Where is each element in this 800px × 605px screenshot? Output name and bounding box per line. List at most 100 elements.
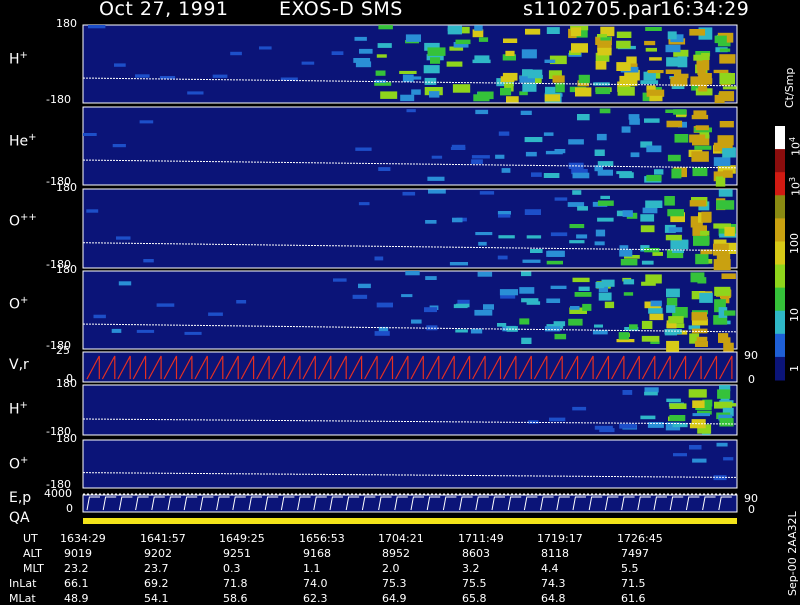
heat-cell <box>380 91 398 99</box>
ephemeris-cell: 2.0 <box>382 562 400 575</box>
colorbar-tick: 1 <box>788 365 800 372</box>
ephemeris-cell: 1.1 <box>303 562 321 575</box>
heat-cell <box>577 114 590 121</box>
heat-cell <box>576 234 588 239</box>
heat-cell <box>713 157 731 167</box>
heat-cell <box>574 292 592 297</box>
colorbar-segment <box>775 126 785 150</box>
heat-cell <box>727 403 737 407</box>
axis-tick-top: 180 <box>56 432 77 445</box>
heat-cell <box>641 281 656 286</box>
ephemeris-cell: 74.3 <box>541 577 566 590</box>
heat-cell <box>405 271 420 276</box>
heat-cell <box>522 83 537 92</box>
heat-cell <box>187 91 204 95</box>
heat-cell <box>552 75 565 83</box>
heat-cell <box>594 149 605 156</box>
heat-cell <box>519 287 535 294</box>
heat-cell <box>719 91 735 102</box>
heat-cell <box>473 94 490 102</box>
heat-cell <box>572 406 587 411</box>
heat-cell <box>673 109 687 115</box>
heat-cell <box>501 168 511 173</box>
heat-cell <box>208 312 223 316</box>
heat-cell <box>616 31 632 38</box>
heat-cell <box>629 118 640 125</box>
heat-cell <box>644 40 656 46</box>
heat-cell <box>500 87 512 96</box>
heat-cell <box>578 74 590 84</box>
heat-cell <box>716 200 735 210</box>
ephemeris-row-label: MLat <box>9 592 36 605</box>
heat-cell <box>521 271 532 277</box>
right-axis-tick: 90 <box>744 349 758 362</box>
heat-cell <box>524 137 543 143</box>
panel-background <box>83 385 737 435</box>
heat-cell <box>477 271 493 277</box>
heat-cell <box>688 389 707 398</box>
heat-cell <box>701 53 710 60</box>
heat-cell <box>572 172 590 179</box>
ephemeris-cell: 1719:17 <box>537 532 583 545</box>
heat-cell <box>522 259 541 263</box>
heat-cell <box>455 39 471 45</box>
heat-cell <box>553 321 566 327</box>
heat-cell <box>640 415 656 420</box>
heat-cell <box>689 29 706 36</box>
heat-cell <box>664 196 675 206</box>
ephemeris-cell: 75.3 <box>382 577 407 590</box>
heat-cell <box>475 232 493 236</box>
heat-cell <box>595 61 607 70</box>
heat-cell <box>597 47 612 56</box>
ephemeris-cell: 71.8 <box>223 577 248 590</box>
colorbar-segment <box>775 356 785 381</box>
heat-cell <box>640 80 659 84</box>
heat-cell <box>331 51 344 55</box>
heat-cell <box>424 77 437 85</box>
heat-cell <box>478 241 487 246</box>
heat-cell <box>598 292 612 301</box>
panel-label: O++ <box>9 212 37 230</box>
heat-cell <box>616 171 632 175</box>
heat-cell <box>668 316 684 324</box>
heat-cell <box>723 342 734 352</box>
heat-cell <box>500 76 515 83</box>
ephemeris-cell: 65.8 <box>462 592 487 605</box>
heat-cell <box>554 333 567 340</box>
heat-cell <box>472 59 491 64</box>
heat-cell <box>405 34 421 42</box>
heat-cell <box>136 329 155 333</box>
ephemeris-cell: 71.5 <box>621 577 646 590</box>
heat-cell <box>378 25 393 30</box>
heat-cell <box>594 241 605 246</box>
panel-background <box>83 440 737 488</box>
heat-cell <box>668 227 683 233</box>
heat-cell <box>641 260 654 265</box>
heat-cell <box>114 63 126 67</box>
heat-cell <box>724 310 736 316</box>
colorbar-segment <box>775 195 785 219</box>
heat-cell <box>677 56 688 68</box>
heat-cell <box>411 89 421 95</box>
heat-cell <box>714 35 727 44</box>
heat-cell <box>722 148 736 158</box>
heat-cell <box>455 329 468 333</box>
ephemeris-cell: 7497 <box>621 547 649 560</box>
heat-cell <box>669 403 687 409</box>
heat-cell <box>478 37 489 42</box>
heat-cell <box>645 27 662 31</box>
heat-cell <box>594 324 603 328</box>
ephemeris-cell: 4.4 <box>541 562 559 575</box>
heat-cell <box>212 74 228 78</box>
heat-cell <box>640 214 655 222</box>
heat-cell <box>666 288 680 298</box>
heat-cell <box>521 49 537 59</box>
heat-cell <box>545 150 563 155</box>
axis-tick-top: 180 <box>56 263 77 276</box>
ephemeris-cell: 61.6 <box>621 592 646 605</box>
heat-cell <box>230 51 242 56</box>
heat-cell <box>425 276 437 280</box>
heat-cell <box>667 154 681 162</box>
heat-cell <box>527 69 543 79</box>
heat-cell <box>550 232 568 237</box>
